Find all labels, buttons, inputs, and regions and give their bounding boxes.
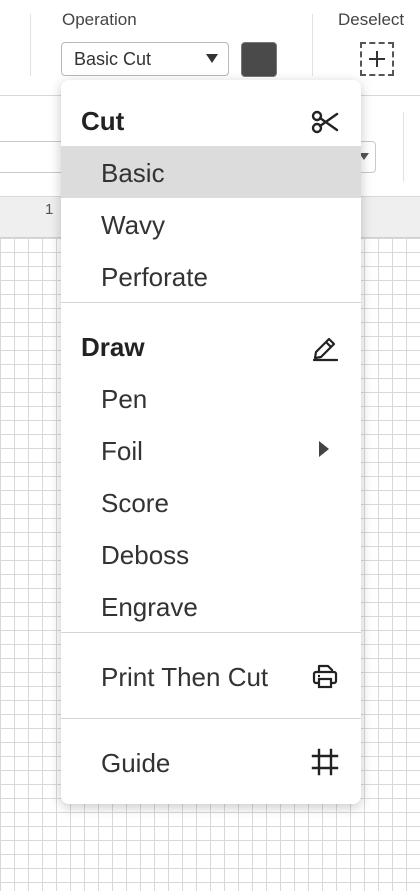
menu-item-label: Score — [101, 488, 169, 518]
menu-item-label: Wavy — [101, 210, 166, 240]
chevron-right-icon — [319, 441, 329, 457]
toolbar-divider — [403, 112, 404, 182]
deselect-label: Deselect — [338, 10, 405, 29]
dashed-plus-icon[interactable] — [360, 42, 394, 76]
guide-frame-icon — [311, 748, 339, 776]
operation-label: Operation — [62, 10, 137, 29]
operation-dropdown-menu: Cut Basic Wavy Perforate Draw Pen Foil S… — [61, 80, 361, 804]
menu-item-deboss[interactable]: Deboss — [61, 528, 361, 580]
menu-item-print-then-cut[interactable]: Print Then Cut — [61, 650, 361, 702]
menu-item-label: Engrave — [101, 592, 198, 622]
menu-item-score[interactable]: Score — [61, 476, 361, 528]
menu-item-label: Pen — [101, 384, 148, 414]
scissors-icon — [311, 110, 339, 134]
menu-item-label: Basic — [101, 158, 165, 188]
menu-item-pen[interactable]: Pen — [61, 372, 361, 424]
menu-item-foil[interactable]: Foil — [61, 424, 361, 476]
menu-item-perforate[interactable]: Perforate — [61, 250, 361, 302]
menu-separator — [61, 632, 361, 633]
menu-separator — [61, 718, 361, 719]
menu-item-label: Foil — [101, 436, 143, 466]
toolbar-divider — [312, 14, 313, 76]
operation-color-swatch[interactable] — [241, 42, 277, 77]
draw-section-header: Draw — [61, 320, 361, 370]
menu-item-label: Perforate — [101, 262, 208, 292]
menu-item-label: Print Then Cut — [101, 662, 269, 692]
operation-select[interactable]: Basic Cut — [61, 42, 229, 76]
menu-item-wavy[interactable]: Wavy — [61, 198, 361, 250]
chevron-down-icon — [206, 54, 218, 63]
menu-separator — [61, 302, 361, 303]
menu-item-guide[interactable]: Guide — [61, 736, 361, 788]
toolbar-divider — [30, 14, 31, 76]
cut-section-header: Cut — [61, 94, 361, 144]
printer-icon — [312, 664, 338, 689]
operation-select-value: Basic Cut — [74, 49, 152, 69]
menu-item-engrave[interactable]: Engrave — [61, 580, 361, 632]
menu-item-label: Guide — [101, 748, 171, 778]
pen-icon — [312, 337, 339, 362]
menu-item-label: Deboss — [101, 540, 190, 570]
cut-header-label: Cut — [81, 106, 125, 136]
ruler-tick-label: 1 — [45, 201, 54, 218]
draw-header-label: Draw — [81, 332, 145, 362]
menu-item-basic[interactable]: Basic — [61, 146, 361, 198]
